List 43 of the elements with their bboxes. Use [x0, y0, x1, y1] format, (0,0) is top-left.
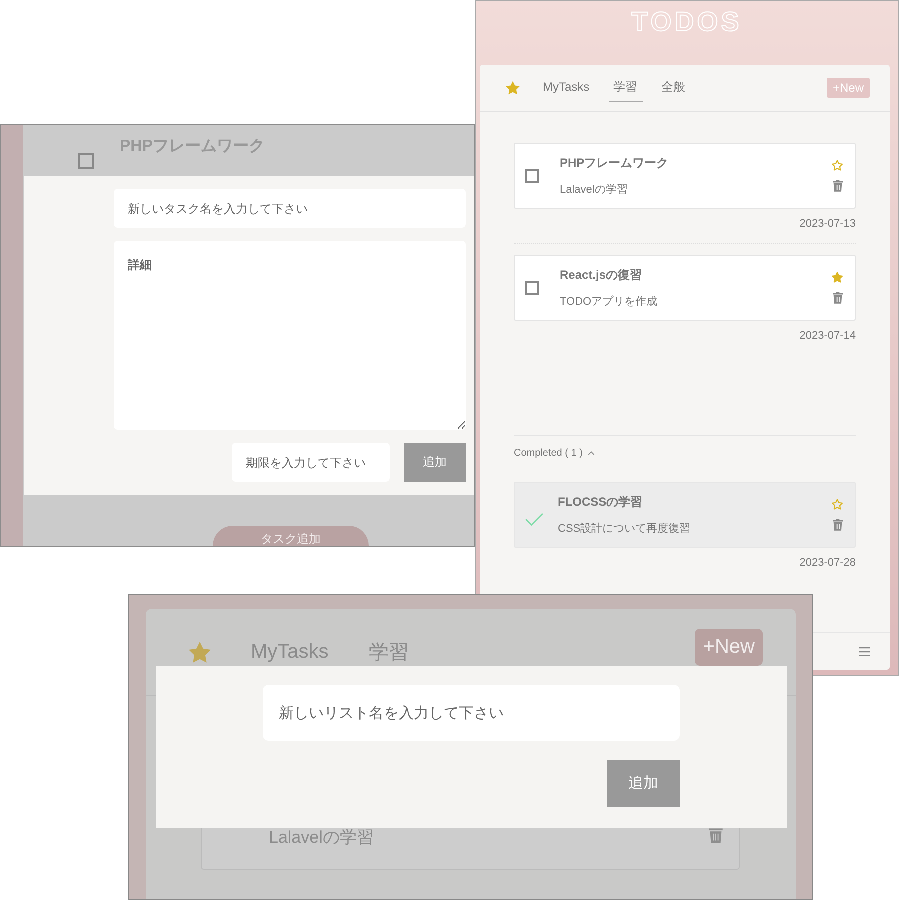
add-button[interactable]: 追加: [607, 760, 680, 807]
check-icon[interactable]: [525, 512, 544, 526]
task-note: TODOアプリを作成: [560, 294, 659, 309]
new-list-button[interactable]: +New: [695, 628, 763, 666]
tab[interactable]: MyTasks: [251, 640, 329, 664]
due-date: 2023-07-14: [798, 330, 856, 342]
star-icon[interactable]: [832, 272, 843, 283]
task-card[interactable]: PHPフレームワーク Lalavelの学習: [514, 143, 856, 209]
tab[interactable]: 学習: [368, 638, 409, 666]
trash-icon[interactable]: [832, 292, 842, 304]
task-title: React.jsの復習: [560, 267, 644, 284]
due-date: 2023-07-13: [798, 218, 856, 230]
task-note: Lalavelの学習: [560, 183, 629, 197]
task-card[interactable]: React.jsの復習 TODOアプリを作成: [514, 255, 856, 321]
trash-icon[interactable]: [709, 827, 723, 843]
star-icon[interactable]: [832, 160, 843, 171]
tab[interactable]: 全般: [656, 74, 691, 102]
detail-field[interactable]: 詳細: [114, 241, 466, 430]
task-note: CSS設計について再度復習: [558, 522, 692, 536]
due-date: 2023-07-28: [798, 557, 856, 569]
task-card[interactable]: FLOCSSの学習 CSS設計について再度復習: [514, 482, 856, 548]
task-title: PHPフレームワーク: [560, 155, 670, 172]
trash-icon[interactable]: [832, 519, 842, 531]
checkbox[interactable]: [525, 281, 539, 295]
caret-icon[interactable]: [588, 451, 595, 456]
menu-icon[interactable]: [859, 646, 870, 656]
star-icon[interactable]: [832, 499, 843, 510]
star-icon[interactable]: [506, 81, 520, 95]
tab[interactable]: MyTasks: [538, 76, 595, 100]
checkbox[interactable]: [525, 169, 539, 183]
checkbox[interactable]: [78, 153, 94, 169]
task-note: Lalavelの学習: [269, 826, 375, 848]
add-task-button[interactable]: タスク追加: [213, 526, 369, 546]
list-name-field[interactable]: 新しいリスト名を入力して下さい: [263, 685, 680, 741]
task-title: FLOCSSの学習: [558, 494, 644, 511]
add-button[interactable]: 追加: [404, 443, 466, 482]
new-list-button[interactable]: +New: [826, 78, 870, 98]
completed-label: Completed ( 1 ): [514, 448, 583, 459]
trash-icon[interactable]: [832, 180, 842, 192]
due-date-field[interactable]: 期限を入力して下さい: [232, 443, 390, 482]
tab[interactable]: 学習: [608, 74, 643, 102]
task-name-field[interactable]: 新しいタスク名を入力して下さい: [114, 189, 466, 228]
star-icon[interactable]: [189, 642, 211, 662]
